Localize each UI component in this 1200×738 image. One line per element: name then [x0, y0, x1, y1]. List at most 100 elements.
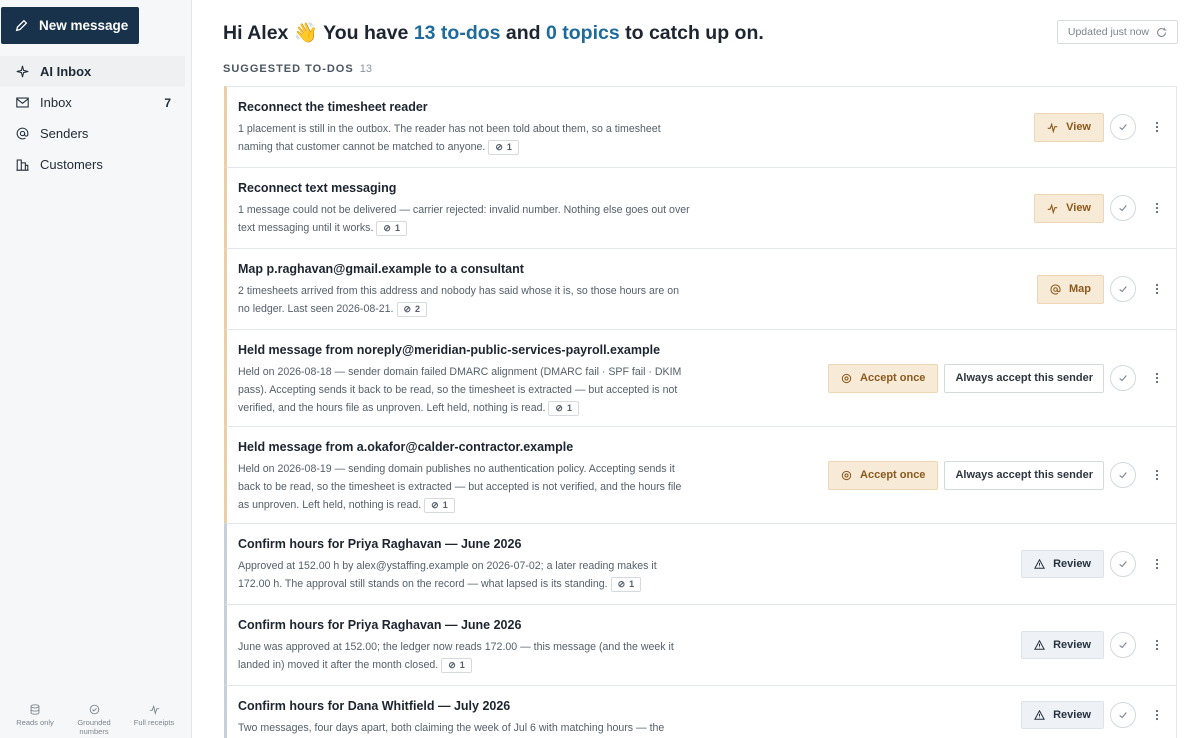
check-icon: [1119, 375, 1127, 382]
check-icon: [1119, 124, 1127, 131]
mark-done-button[interactable]: [1110, 365, 1136, 391]
accept-once-button[interactable]: Accept once: [828, 460, 939, 490]
todo-description: 1 placement is still in the outbox. The …: [238, 120, 690, 156]
mark-done-button[interactable]: [1110, 632, 1136, 658]
todo-description: Held on 2026-08-18 — sender domain faile…: [238, 363, 690, 417]
grounded-numbers-label: Grounded numbers: [77, 718, 111, 736]
sidebar-item-inbox[interactable]: Inbox 7: [0, 87, 185, 118]
refresh-button[interactable]: Updated just now: [1056, 20, 1178, 44]
view-label: View: [1066, 202, 1091, 214]
map-button[interactable]: Map: [1037, 274, 1104, 304]
todo-body: Held on 2026-08-19 — sending domain publ…: [238, 463, 682, 511]
todo-body: Approved at 152.00 h by alex@ystaffing.e…: [238, 560, 657, 590]
evidence-chip[interactable]: ⊘ 1: [488, 139, 519, 155]
todo-body: 2 timesheets arrived from this address a…: [238, 285, 680, 315]
todo-title: Held message from a.okafor@calder-contra…: [238, 440, 574, 454]
more-options-button[interactable]: [1148, 114, 1166, 140]
sidebar-item-ai-inbox[interactable]: AI Inbox: [0, 56, 185, 87]
more-options-button[interactable]: [1148, 365, 1166, 391]
todos-count-link[interactable]: 13 to-dos: [414, 22, 501, 44]
todo-body: 1 message could not be delivered — carri…: [238, 204, 690, 234]
reads-only-indicator: Reads only: [0, 704, 70, 736]
todo-title: Reconnect text messaging: [238, 181, 397, 195]
evidence-chip[interactable]: ⊘ 2: [396, 301, 428, 317]
mark-done-button[interactable]: [1110, 551, 1136, 577]
shield-icon: [841, 470, 852, 480]
view-button[interactable]: View: [1034, 112, 1104, 142]
todo-list: Reconnect the timesheet reader 1 placeme…: [224, 86, 1177, 738]
sidebar-item-senders[interactable]: Senders: [0, 118, 185, 149]
evidence-chip[interactable]: ⊘ 1: [441, 657, 472, 673]
todo-card: Confirm hours for Priya Raghavan — June …: [224, 604, 1177, 686]
grounded-numbers-indicator: Grounded numbers: [70, 704, 118, 736]
todo-body: 1 placement is still in the outbox. The …: [238, 123, 661, 153]
view-button[interactable]: View: [1034, 193, 1104, 223]
more-options-button[interactable]: [1148, 195, 1166, 221]
sidebar: New message AI Inbox Inbox 7 Senders Cus…: [0, 0, 192, 738]
full-receipts-label: Full receipts: [133, 718, 175, 727]
more-options-button[interactable]: [1148, 462, 1166, 488]
review-label: Review: [1053, 558, 1091, 570]
evidence-count: 1: [566, 403, 572, 414]
always-accept-label: Always accept this sender: [955, 469, 1093, 481]
always-accept-button[interactable]: Always accept this sender: [944, 363, 1104, 393]
greeting-suffix: to catch up on.: [619, 22, 764, 44]
greeting-prefix: Hi Alex 👋 You have: [223, 22, 414, 44]
more-options-button[interactable]: [1148, 702, 1166, 728]
link-icon: ⊘: [383, 223, 391, 234]
sidebar-item-label: Inbox: [40, 95, 72, 110]
mark-done-button[interactable]: [1110, 195, 1136, 221]
topics-count-link[interactable]: 0 topics: [546, 22, 620, 44]
link-icon: ⊘: [617, 579, 626, 590]
more-vertical-icon: [1155, 558, 1159, 570]
new-message-label: New message: [39, 18, 129, 33]
more-vertical-icon: [1155, 639, 1159, 651]
more-vertical-icon: [1155, 469, 1159, 481]
check-icon: [1119, 642, 1127, 649]
todo-title: Confirm hours for Priya Raghavan — June …: [238, 618, 522, 632]
mark-done-button[interactable]: [1110, 462, 1136, 488]
sidebar-nav: AI Inbox Inbox 7 Senders Customers: [0, 56, 185, 180]
accept-once-button[interactable]: Accept once: [828, 363, 939, 393]
evidence-count: 1: [442, 500, 448, 511]
evidence-count: 1: [629, 579, 635, 590]
more-vertical-icon: [1155, 372, 1159, 384]
mark-done-button[interactable]: [1110, 702, 1136, 728]
evidence-chip[interactable]: ⊘ 1: [376, 220, 407, 236]
todo-description: Held on 2026-08-19 — sending domain publ…: [238, 460, 690, 514]
pulse-icon: [1047, 121, 1058, 133]
shield-icon: [841, 373, 852, 383]
link-icon: ⊘: [403, 304, 412, 315]
todo-card: Confirm hours for Priya Raghavan — June …: [224, 523, 1177, 605]
sidebar-item-customers[interactable]: Customers: [0, 149, 185, 180]
evidence-chip[interactable]: ⊘ 1: [424, 497, 455, 513]
mail-icon: [15, 96, 29, 110]
more-vertical-icon: [1155, 202, 1159, 214]
more-options-button[interactable]: [1148, 276, 1166, 302]
main-panel: Hi Alex 👋 You have 13 to-dos and 0 topic…: [192, 0, 1200, 738]
pulse-icon: [1047, 202, 1058, 214]
todo-actions: View: [1034, 87, 1166, 167]
sidebar-footer: Reads only Grounded numbers Full receipt…: [0, 704, 192, 736]
mark-done-button[interactable]: [1110, 276, 1136, 302]
pulse-icon: [149, 704, 159, 715]
new-message-button[interactable]: New message: [1, 7, 139, 44]
review-button[interactable]: Review: [1021, 550, 1104, 578]
check-icon: [1119, 472, 1127, 479]
more-vertical-icon: [1155, 283, 1159, 295]
mark-done-button[interactable]: [1110, 114, 1136, 140]
todo-description: 1 message could not be delivered — carri…: [238, 201, 690, 237]
more-options-button[interactable]: [1148, 632, 1166, 658]
warning-icon: [1034, 710, 1046, 720]
greeting-middle: and: [500, 22, 547, 44]
always-accept-button[interactable]: Always accept this sender: [944, 460, 1104, 490]
evidence-chip[interactable]: ⊘ 1: [548, 400, 579, 416]
warning-icon: [1034, 559, 1046, 569]
todo-description: June was approved at 152.00; the ledger …: [238, 638, 690, 674]
more-options-button[interactable]: [1148, 551, 1166, 577]
review-button[interactable]: Review: [1021, 631, 1104, 659]
todo-body: Two messages, four days apart, both clai…: [238, 722, 665, 734]
review-button[interactable]: Review: [1021, 701, 1104, 729]
always-accept-label: Always accept this sender: [955, 372, 1093, 384]
evidence-chip[interactable]: ⊘ 1: [610, 576, 642, 592]
